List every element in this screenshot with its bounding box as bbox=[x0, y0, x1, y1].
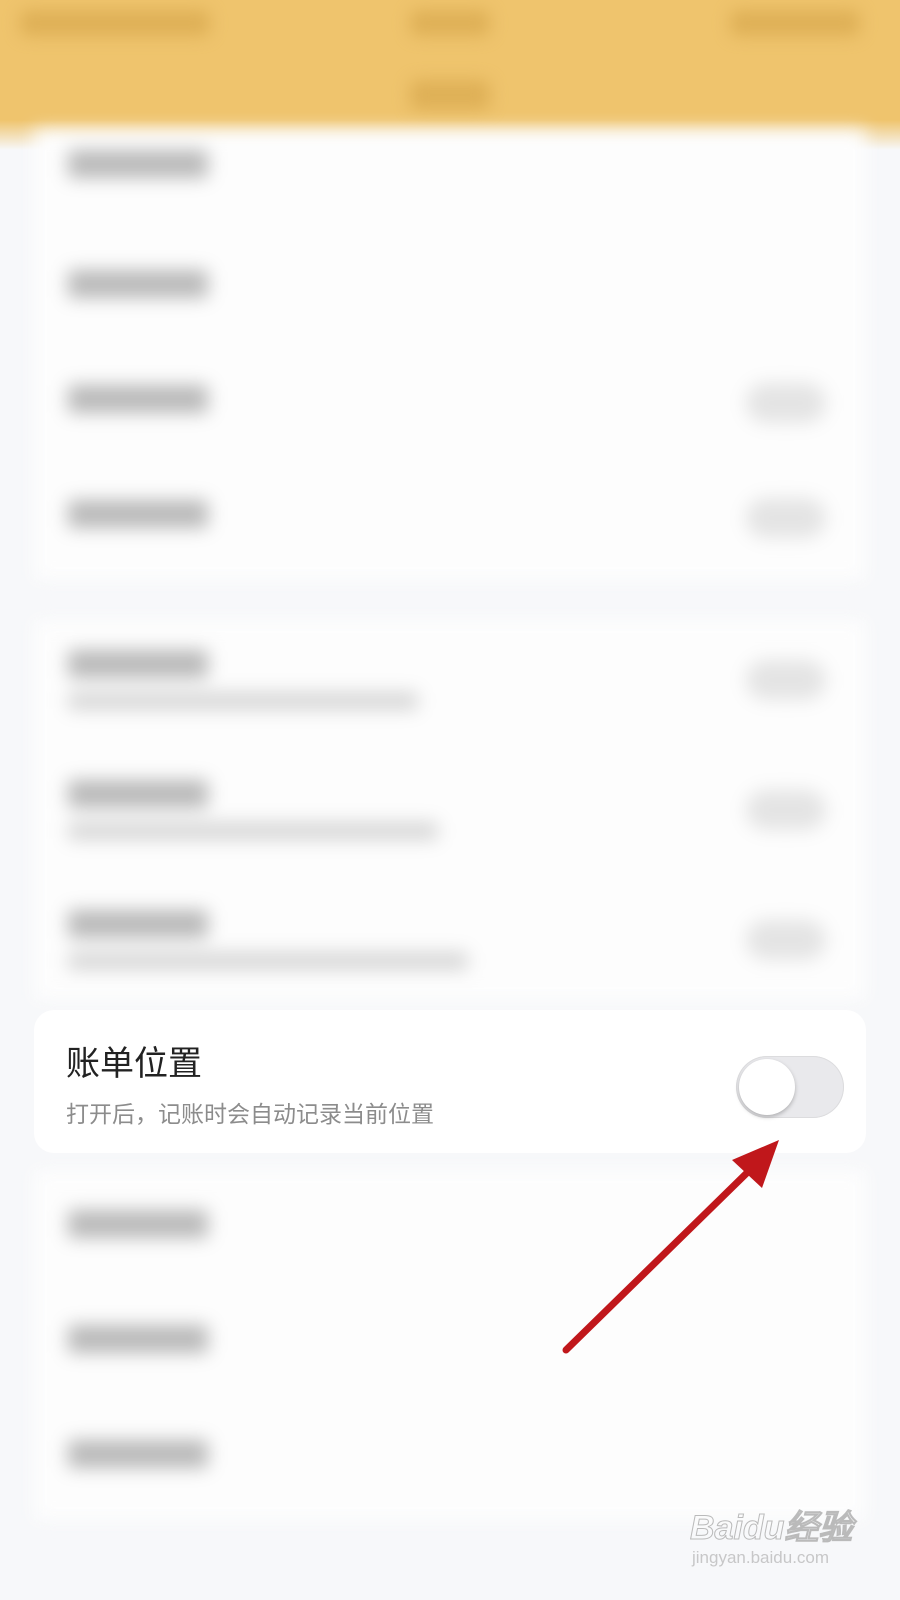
settings-row-toggle[interactable] bbox=[746, 660, 826, 700]
bill-location-toggle[interactable] bbox=[736, 1056, 844, 1118]
settings-row-label bbox=[68, 500, 208, 528]
status-bar-left bbox=[20, 10, 210, 36]
settings-row-label bbox=[68, 780, 208, 808]
settings-row[interactable] bbox=[34, 1285, 866, 1400]
settings-row[interactable] bbox=[34, 345, 866, 460]
settings-row-toggle[interactable] bbox=[746, 383, 826, 423]
settings-row[interactable] bbox=[34, 460, 866, 580]
settings-row-label bbox=[68, 1210, 208, 1238]
settings-row[interactable] bbox=[34, 880, 866, 1000]
top-app-bar bbox=[0, 0, 900, 150]
settings-row[interactable] bbox=[34, 230, 866, 345]
settings-list-blurred bbox=[0, 130, 900, 1600]
toggle-knob bbox=[739, 1059, 795, 1115]
settings-row-label bbox=[68, 270, 208, 298]
settings-row-label bbox=[68, 1325, 208, 1353]
status-bar-right bbox=[730, 10, 860, 36]
settings-row-toggle[interactable] bbox=[746, 498, 826, 538]
settings-row-label bbox=[68, 385, 208, 413]
settings-row-toggle[interactable] bbox=[746, 920, 826, 960]
settings-row[interactable] bbox=[34, 620, 866, 750]
settings-row[interactable] bbox=[34, 750, 866, 880]
settings-row-label bbox=[68, 150, 208, 178]
bill-location-description: 打开后，记账时会自动记录当前位置 bbox=[66, 1102, 434, 1128]
settings-row-description bbox=[68, 822, 438, 840]
settings-row-toggle[interactable] bbox=[746, 790, 826, 830]
settings-row-label bbox=[68, 910, 208, 938]
watermark-logo: Baidu经验 bbox=[689, 1509, 853, 1548]
status-bar-center bbox=[410, 10, 490, 36]
settings-row-description bbox=[68, 952, 468, 970]
bill-location-setting-card: 账单位置 打开后，记账时会自动记录当前位置 bbox=[34, 1010, 866, 1153]
settings-row[interactable] bbox=[34, 1170, 866, 1285]
settings-row-label bbox=[68, 1440, 208, 1468]
page-title bbox=[410, 80, 490, 110]
bill-location-title: 账单位置 bbox=[66, 1044, 202, 1084]
settings-row[interactable] bbox=[34, 130, 866, 230]
watermark-url: jingyan.baidu.com bbox=[692, 1548, 830, 1567]
settings-row-label bbox=[68, 650, 208, 678]
baidu-jingyan-watermark: Baidu经验 jingyan.baidu.com bbox=[689, 1500, 860, 1580]
settings-row-description bbox=[68, 692, 418, 710]
